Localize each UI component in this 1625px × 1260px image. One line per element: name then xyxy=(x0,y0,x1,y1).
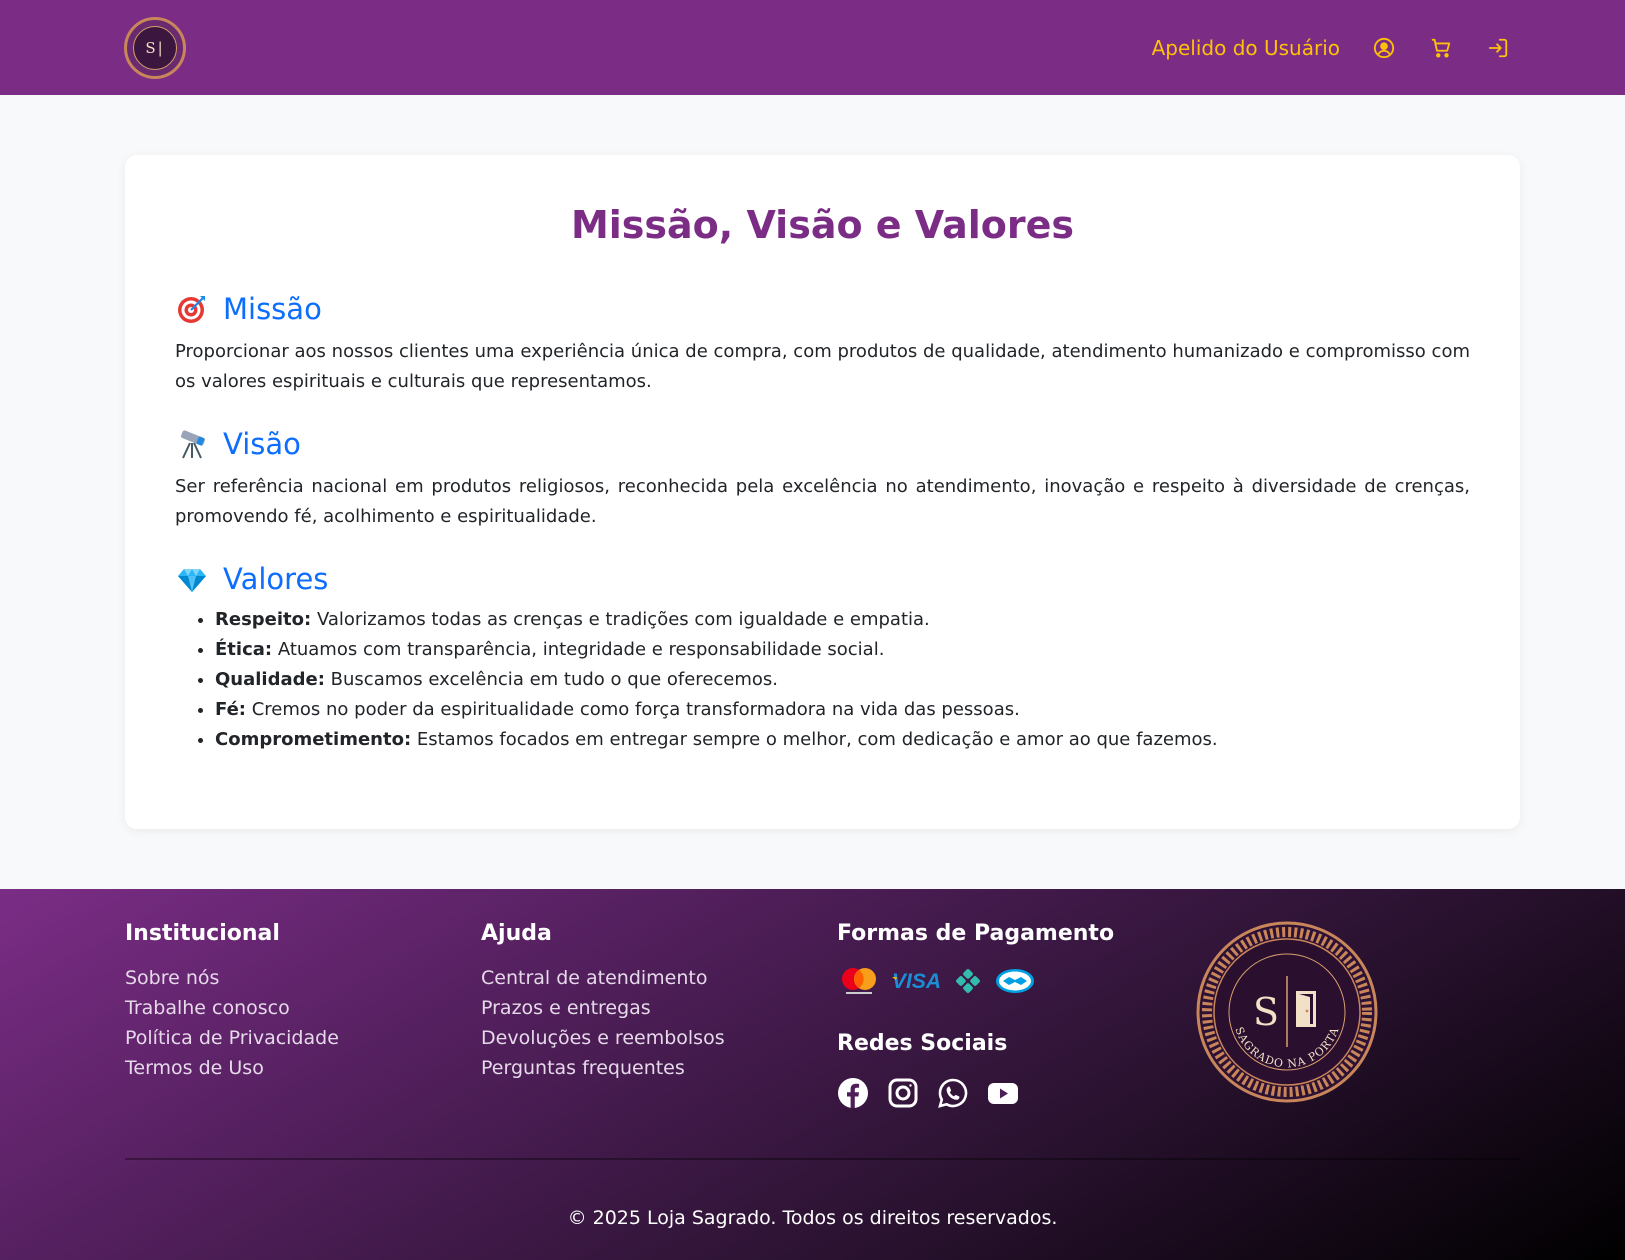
values-heading: Valores xyxy=(175,557,1470,601)
mission-title: Missão xyxy=(223,292,322,326)
seal-monogram: S xyxy=(1253,990,1279,1034)
footer-payment-social: Formas de Pagamento VISA Redes Sociais xyxy=(837,919,1114,1109)
page-title: Missão, Visão e Valores xyxy=(570,203,1075,247)
instagram-icon[interactable] xyxy=(887,1077,919,1109)
footer-payment-title: Formas de Pagamento xyxy=(837,921,1115,946)
vision-section: Visão Ser referência nacional em produto… xyxy=(175,422,1470,532)
footer-link-about[interactable]: Sobre nós xyxy=(125,963,339,993)
mission-heading: Missão xyxy=(175,287,1470,331)
visa-wordmark: VISA xyxy=(892,970,941,993)
value-item-quality: Qualidade: Buscamos excelência em tudo o… xyxy=(215,665,1470,695)
mission-vision-values-card: Missão, Visão e Valores Missão Proporcio… xyxy=(125,155,1520,829)
footer-link-returns[interactable]: Devoluções e reembolsos xyxy=(481,1023,725,1053)
footer-link-careers[interactable]: Trabalhe conosco xyxy=(125,993,339,1023)
footer-social-title: Redes Sociais xyxy=(837,1031,1008,1056)
value-desc: Atuamos com transparência, integridade e… xyxy=(272,639,885,660)
footer-institutional: Institucional Sobre nós Trabalhe conosco… xyxy=(125,919,339,1083)
footer-help: Ajuda Central de atendimento Prazos e en… xyxy=(481,919,725,1083)
payment-methods: VISA xyxy=(837,963,1114,1003)
value-item-commitment: Comprometimento: Estamos focados em entr… xyxy=(215,725,1470,755)
brand-logo[interactable]: S| xyxy=(124,17,186,79)
vision-heading: Visão xyxy=(175,422,1470,466)
footer-link-faq[interactable]: Perguntas frequentes xyxy=(481,1053,725,1083)
value-item-respect: Respeito: Valorizamos todas as crenças e… xyxy=(215,605,1470,635)
facebook-icon[interactable] xyxy=(837,1077,869,1109)
value-desc: Estamos focados em entregar sempre o mel… xyxy=(411,729,1218,750)
footer-link-support[interactable]: Central de atendimento xyxy=(481,963,725,993)
telescope-icon xyxy=(175,427,209,461)
footer-institutional-title: Institucional xyxy=(125,921,280,946)
values-list: Respeito: Valorizamos todas as crenças e… xyxy=(175,605,1470,755)
mission-section: Missão Proporcionar aos nossos clientes … xyxy=(175,287,1470,397)
whatsapp-icon[interactable] xyxy=(937,1077,969,1109)
value-term: Qualidade: xyxy=(215,669,325,690)
login-icon[interactable] xyxy=(1486,36,1510,60)
footer-help-title: Ajuda xyxy=(481,921,552,946)
vision-text: Ser referência nacional em produtos reli… xyxy=(175,476,1470,527)
mission-text: Proporcionar aos nossos clientes uma exp… xyxy=(175,341,1470,392)
user-nav: Apelido do Usuário xyxy=(1152,32,1510,64)
value-term: Respeito: xyxy=(215,609,312,630)
footer-link-terms[interactable]: Termos de Uso xyxy=(125,1053,339,1083)
value-desc: Buscamos excelência em tudo o que oferec… xyxy=(324,669,779,690)
gem-icon xyxy=(175,562,209,596)
footer-link-privacy[interactable]: Política de Privacidade xyxy=(125,1023,339,1053)
social-links xyxy=(837,1077,1114,1109)
top-navbar: S| Apelido do Usuário xyxy=(0,0,1625,95)
mastercard-icon xyxy=(837,965,881,1001)
copyright-text: © 2025 Loja Sagrado. Todos os direitos r… xyxy=(567,1207,1058,1229)
pix-icon xyxy=(951,965,985,1001)
user-circle-icon[interactable] xyxy=(1372,36,1396,60)
cart-icon[interactable] xyxy=(1429,36,1453,60)
footer-link-delivery[interactable]: Prazos e entregas xyxy=(481,993,725,1023)
mercadopago-icon xyxy=(993,965,1037,1001)
values-section: Valores Respeito: Valorizamos todas as c… xyxy=(175,557,1470,755)
site-footer: Institucional Sobre nós Trabalhe conosco… xyxy=(0,889,1625,1260)
value-item-faith: Fé: Cremos no poder da espiritualidade c… xyxy=(215,695,1470,725)
value-term: Comprometimento: xyxy=(215,729,412,750)
footer-divider xyxy=(125,1158,1520,1160)
value-desc: Valorizamos todas as crenças e tradições… xyxy=(311,609,930,630)
value-term: Ética: xyxy=(215,639,273,660)
visa-icon: VISA xyxy=(889,965,943,1001)
target-icon xyxy=(175,292,209,326)
vision-title: Visão xyxy=(223,427,301,461)
youtube-icon[interactable] xyxy=(987,1077,1019,1109)
value-term: Fé: xyxy=(215,699,246,720)
values-title: Valores xyxy=(223,562,329,596)
logo-ring xyxy=(133,26,177,70)
value-desc: Cremos no poder da espiritualidade como … xyxy=(245,699,1020,720)
value-item-ethics: Ética: Atuamos com transparência, integr… xyxy=(215,635,1470,665)
brand-seal-logo: S SAGRADO NA PORTA xyxy=(1196,921,1378,1103)
user-nickname-link[interactable]: Apelido do Usuário xyxy=(1152,36,1340,60)
